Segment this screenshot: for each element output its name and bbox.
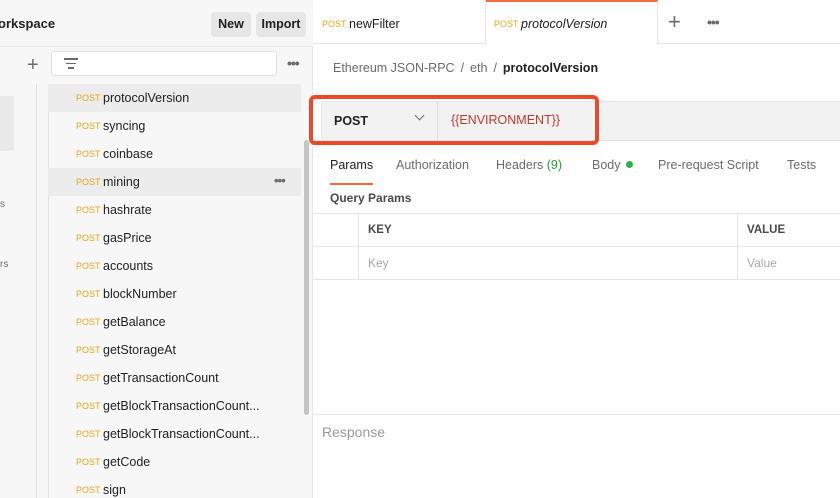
tab-newfilter[interactable]: POST newFilter (313, 0, 486, 44)
method-badge: POST (76, 177, 101, 187)
breadcrumb-folder[interactable]: eth (470, 61, 487, 75)
request-item-coinbase[interactable]: POST coinbase (0, 140, 313, 168)
method-badge: POST (76, 261, 101, 271)
method-badge: POST (76, 345, 101, 355)
breadcrumb: Ethereum JSON-RPC / eth / protocolVersion (333, 61, 598, 75)
method-badge: POST (76, 485, 101, 495)
request-item-getbalance[interactable]: POST getBalance (0, 308, 313, 336)
request-name: accounts (103, 259, 154, 273)
breadcrumb-separator: / (493, 61, 497, 75)
tabs-more-icon[interactable]: ••• (707, 14, 720, 30)
request-name: getBlockTransactionCount... (103, 427, 260, 441)
column-divider (358, 213, 359, 280)
request-name: getTransactionCount (103, 371, 219, 385)
body-indicator-dot (625, 161, 633, 168)
breadcrumb-request[interactable]: protocolVersion (503, 61, 598, 75)
query-params-table: KEY VALUE Key Value (313, 213, 840, 280)
sidebar: orkspace New Import s rs + ••• POST prot… (0, 0, 313, 498)
tab-label: newFilter (349, 17, 400, 31)
request-item-protocolversion[interactable]: POST protocolVersion (0, 84, 313, 112)
request-item-getblocktransactioncount-2[interactable]: POST getBlockTransactionCount... (0, 420, 313, 448)
request-name: hashrate (103, 203, 152, 217)
request-item-getstorageat[interactable]: POST getStorageAt (0, 336, 313, 364)
request-name: gasPrice (103, 231, 152, 245)
filter-icon (64, 58, 78, 69)
request-item-syncing[interactable]: POST syncing (0, 112, 313, 140)
request-name: blockNumber (103, 287, 177, 301)
new-button[interactable]: New (211, 12, 251, 37)
active-tab-underline (330, 183, 373, 185)
method-badge: POST (76, 205, 101, 215)
new-tab-icon[interactable]: + (668, 9, 681, 35)
request-item-blocknumber[interactable]: POST blockNumber (0, 280, 313, 308)
method-badge: POST (76, 401, 101, 411)
request-item-sign[interactable]: POST sign (0, 476, 313, 498)
tab-protocolversion[interactable]: POST protocolVersion (486, 0, 658, 44)
request-item-mining[interactable]: POST mining ••• (0, 168, 313, 196)
request-name: getBlockTransactionCount... (103, 399, 260, 413)
request-more-icon[interactable]: ••• (274, 173, 286, 188)
request-name: syncing (103, 119, 146, 133)
filter-input[interactable] (51, 51, 277, 76)
tab-method-badge: POST (494, 19, 519, 29)
table-row: Key Value (313, 247, 840, 280)
request-list: POST protocolVersion POST syncing POST c… (0, 84, 313, 498)
highlight-annotation-box (309, 95, 599, 145)
method-badge: POST (76, 233, 101, 243)
request-name: getCode (103, 455, 151, 469)
response-label: Response (322, 424, 386, 440)
request-item-hashrate[interactable]: POST hashrate (0, 196, 313, 224)
request-name: coinbase (103, 147, 154, 161)
sidebar-more-icon[interactable]: ••• (287, 55, 300, 71)
headers-count: (9) (546, 158, 563, 172)
request-name: sign (103, 483, 126, 497)
tab-tests[interactable]: Tests (787, 158, 816, 172)
breadcrumb-separator: / (460, 61, 465, 75)
method-badge: POST (76, 121, 101, 131)
method-badge: POST (76, 457, 101, 467)
value-input[interactable]: Value (747, 256, 777, 270)
tab-bar: POST newFilter POST protocolVersion + ••… (313, 0, 840, 44)
request-item-accounts[interactable]: POST accounts (0, 252, 313, 280)
tab-prerequest-script[interactable]: Pre-request Script (658, 158, 759, 172)
request-item-getblocktransactioncount-1[interactable]: POST getBlockTransactionCount... (0, 392, 313, 420)
sidebar-scrollbar[interactable] (304, 140, 309, 415)
method-badge: POST (76, 373, 101, 383)
tab-headers-label: Headers (496, 158, 544, 172)
tab-method-badge: POST (322, 19, 347, 29)
key-column-header: KEY (368, 224, 392, 236)
request-item-gasprice[interactable]: POST gasPrice (0, 224, 313, 252)
request-name: mining (103, 175, 140, 189)
request-name: getStorageAt (103, 343, 176, 357)
tab-body[interactable]: Body (592, 158, 633, 172)
request-name: protocolVersion (103, 91, 190, 105)
import-button[interactable]: Import (256, 12, 306, 37)
method-badge: POST (76, 429, 101, 439)
query-params-title: Query Params (330, 191, 412, 205)
tab-label: protocolVersion (521, 17, 608, 31)
key-input[interactable]: Key (368, 256, 389, 270)
column-divider (737, 213, 738, 280)
request-name: getBalance (103, 315, 166, 329)
method-badge: POST (76, 317, 101, 327)
tab-params[interactable]: Params (330, 158, 373, 172)
add-collection-icon[interactable]: + (27, 52, 39, 78)
response-divider[interactable] (313, 414, 840, 415)
value-column-header: VALUE (747, 224, 786, 236)
workspace-header: orkspace New Import (0, 0, 313, 47)
breadcrumb-collection[interactable]: Ethereum JSON-RPC (333, 61, 455, 75)
tab-headers[interactable]: Headers (9) (496, 158, 562, 172)
method-badge: POST (76, 93, 101, 103)
method-badge: POST (76, 289, 101, 299)
method-badge: POST (76, 149, 101, 159)
request-item-getcode[interactable]: POST getCode (0, 448, 313, 476)
request-item-gettransactioncount[interactable]: POST getTransactionCount (0, 364, 313, 392)
table-header: KEY VALUE (313, 213, 840, 247)
workspace-title[interactable]: orkspace (0, 16, 55, 31)
tab-body-label: Body (592, 158, 621, 172)
tab-authorization[interactable]: Authorization (396, 158, 469, 172)
